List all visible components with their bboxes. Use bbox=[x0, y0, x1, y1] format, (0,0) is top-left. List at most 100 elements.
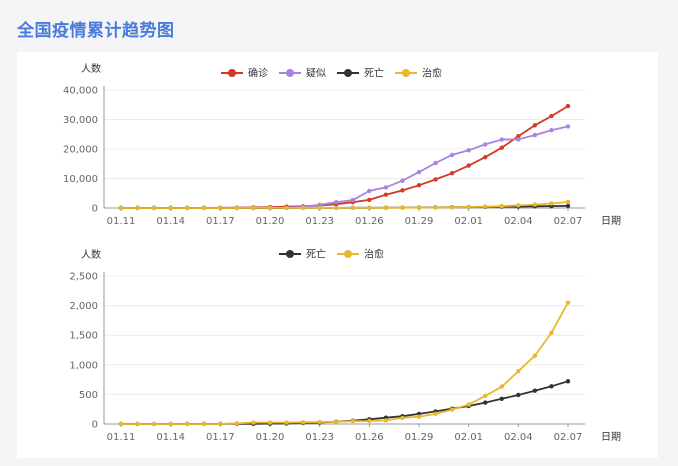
y-axis-label: 人数 bbox=[81, 248, 101, 261]
data-point bbox=[483, 155, 488, 160]
data-point bbox=[449, 171, 455, 176]
data-point bbox=[532, 132, 538, 138]
data-point bbox=[334, 419, 339, 424]
data-point bbox=[350, 205, 355, 211]
data-point bbox=[383, 185, 389, 190]
data-point bbox=[516, 203, 521, 208]
data-point bbox=[549, 128, 554, 133]
data-point bbox=[284, 205, 289, 211]
x-tick-label: 02.04 bbox=[504, 216, 533, 227]
data-point bbox=[433, 411, 438, 417]
legend-label: 治愈 bbox=[364, 248, 384, 261]
data-point bbox=[317, 205, 322, 211]
y-axis-label: 人数 bbox=[81, 62, 101, 75]
data-point bbox=[383, 418, 389, 423]
legend-item-死亡: 死亡 bbox=[279, 248, 326, 261]
legend-marker bbox=[286, 250, 294, 258]
x-tick-label: 01.14 bbox=[156, 216, 185, 227]
data-point bbox=[151, 421, 157, 427]
data-point bbox=[218, 421, 223, 427]
data-point bbox=[400, 188, 405, 193]
y-tick-label: 40,000 bbox=[63, 86, 98, 97]
data-point bbox=[201, 421, 206, 427]
data-point bbox=[532, 388, 538, 393]
data-point bbox=[185, 421, 190, 427]
y-tick-label: 0 bbox=[92, 204, 98, 215]
legend-item-治愈: 治愈 bbox=[395, 67, 442, 80]
data-point bbox=[565, 379, 571, 384]
y-tick-label: 30,000 bbox=[63, 115, 98, 126]
data-point bbox=[300, 420, 306, 425]
data-point bbox=[251, 420, 256, 425]
data-point bbox=[168, 421, 173, 427]
data-point bbox=[466, 148, 471, 153]
data-point bbox=[185, 205, 190, 211]
x-tick-label: 02.01 bbox=[454, 432, 483, 443]
data-point bbox=[549, 384, 554, 389]
legend-label: 死亡 bbox=[306, 248, 326, 261]
data-point bbox=[483, 204, 488, 209]
x-tick-label: 01.17 bbox=[206, 216, 235, 227]
data-point bbox=[168, 205, 173, 211]
data-point bbox=[565, 300, 571, 305]
data-point bbox=[267, 420, 273, 425]
data-point bbox=[400, 415, 405, 421]
y-tick-label: 1,500 bbox=[69, 331, 98, 342]
data-point bbox=[466, 402, 471, 407]
x-tick-label: 02.07 bbox=[554, 432, 583, 443]
charts-svg: 0 10,000 20,000 30,000 40,000 01.11 01.14 01.17… bbox=[63, 62, 621, 443]
data-point bbox=[499, 203, 504, 209]
y-tick-label: 2,500 bbox=[69, 272, 98, 283]
x-axis-label: 日期 bbox=[601, 431, 621, 443]
data-point bbox=[416, 205, 422, 210]
legend-marker bbox=[402, 69, 410, 77]
data-point bbox=[516, 368, 521, 374]
x-tick-label: 01.14 bbox=[156, 432, 185, 443]
y-tick-label: 1,000 bbox=[69, 360, 98, 371]
data-point bbox=[350, 418, 355, 424]
x-tick-label: 01.20 bbox=[256, 216, 285, 227]
data-point bbox=[483, 393, 488, 399]
data-point bbox=[334, 200, 339, 205]
page-title: 全国疫情累计趋势图 bbox=[17, 21, 175, 41]
x-tick-label: 02.04 bbox=[504, 432, 533, 443]
x-tick-label: 01.29 bbox=[405, 216, 434, 227]
data-point bbox=[466, 204, 471, 210]
data-point bbox=[499, 396, 504, 402]
data-point bbox=[449, 407, 455, 412]
data-point bbox=[400, 205, 405, 210]
legend-marker bbox=[228, 69, 236, 77]
x-axis-label: 日期 bbox=[601, 215, 621, 227]
y-tick-label: 20,000 bbox=[63, 145, 98, 156]
data-point bbox=[218, 205, 223, 211]
series-line-确诊 bbox=[121, 105, 569, 209]
data-point bbox=[565, 199, 571, 205]
legend-label: 确诊 bbox=[248, 67, 268, 80]
data-point bbox=[565, 203, 571, 209]
data-point bbox=[449, 205, 455, 210]
data-point bbox=[449, 152, 455, 158]
data-point bbox=[416, 183, 422, 188]
chart-1: 0 10,000 20,000 30,000 40,000 01.11 01.14 01.17… bbox=[63, 62, 621, 227]
legend-label: 治愈 bbox=[422, 67, 442, 80]
data-point bbox=[565, 103, 571, 109]
data-point bbox=[234, 421, 240, 426]
data-point bbox=[516, 137, 521, 142]
legend-label: 死亡 bbox=[364, 67, 384, 80]
data-point bbox=[483, 142, 488, 147]
x-tick-label: 01.29 bbox=[405, 432, 434, 443]
y-tick-label: 10,000 bbox=[63, 174, 98, 185]
data-point bbox=[433, 177, 438, 182]
legend-marker bbox=[344, 250, 352, 258]
x-tick-label: 01.17 bbox=[206, 432, 235, 443]
legend-item-疑似: 疑似 bbox=[279, 68, 326, 80]
data-point bbox=[383, 192, 389, 197]
data-point bbox=[532, 202, 538, 207]
data-point bbox=[383, 205, 389, 211]
series-line-治愈 bbox=[121, 302, 569, 425]
data-point bbox=[549, 201, 554, 206]
data-point bbox=[400, 178, 405, 183]
chart-card: 0 10,000 20,000 30,000 40,000 01.11 01.14 01.17… bbox=[17, 52, 658, 458]
data-point bbox=[135, 205, 140, 211]
data-point bbox=[499, 384, 504, 389]
